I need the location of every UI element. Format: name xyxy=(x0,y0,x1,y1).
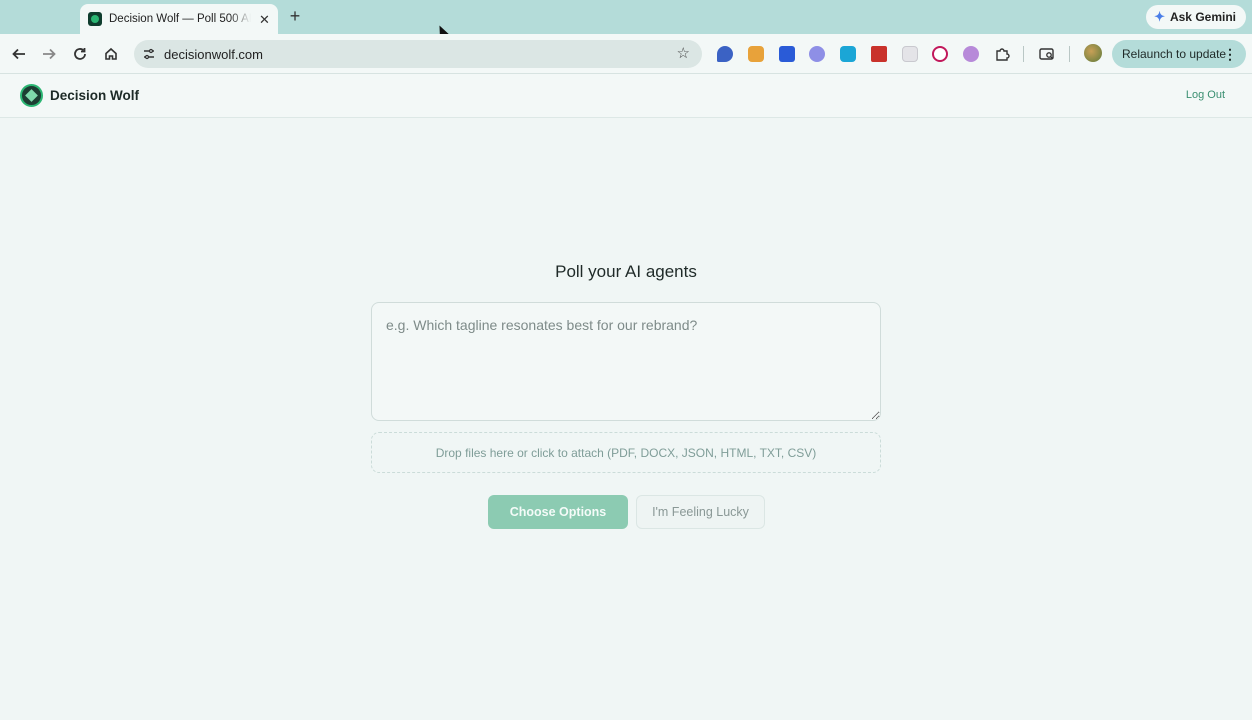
logout-link[interactable]: Log Out xyxy=(1186,89,1225,101)
ext-red-icon[interactable] xyxy=(871,46,887,62)
relaunch-label: Relaunch to update xyxy=(1122,47,1227,61)
ext-lock-icon[interactable] xyxy=(963,46,979,62)
ext-orange-icon[interactable] xyxy=(748,46,764,62)
forward-icon[interactable] xyxy=(38,43,60,65)
tab-close-icon[interactable]: ✕ xyxy=(259,13,270,26)
browser-tab-strip: Decision Wolf — Poll 500 AI P ✕ + ✦ Ask … xyxy=(0,0,1252,39)
profile-avatar[interactable] xyxy=(1084,44,1102,62)
app-header: Decision Wolf Log Out xyxy=(0,74,1252,118)
poll-question-input[interactable] xyxy=(371,302,881,421)
site-info-icon[interactable] xyxy=(139,44,159,64)
brand-name[interactable]: Decision Wolf xyxy=(50,88,139,103)
ext-blue-bird-icon[interactable] xyxy=(717,46,733,62)
gemini-sparkle-icon: ✦ xyxy=(1154,9,1165,24)
ext-play-icon[interactable] xyxy=(932,46,948,62)
file-dropzone[interactable]: Drop files here or click to attach (PDF,… xyxy=(371,432,881,473)
reload-icon[interactable] xyxy=(69,43,91,65)
ask-gemini-label: Ask Gemini xyxy=(1169,10,1236,24)
relaunch-button[interactable]: Relaunch to update ⋮ xyxy=(1112,40,1246,68)
feeling-lucky-button[interactable]: I'm Feeling Lucky xyxy=(636,495,765,529)
ext-bitwarden-icon[interactable] xyxy=(779,46,795,62)
home-icon[interactable] xyxy=(100,43,122,65)
tab-search-icon[interactable] xyxy=(1039,46,1055,62)
page-title: Poll your AI agents xyxy=(555,262,697,281)
browser-toolbar: decisionwolf.com ☆ Relaunch to update ⋮ xyxy=(0,34,1252,74)
toolbar-divider xyxy=(1023,46,1024,62)
bookmark-star-icon[interactable]: ☆ xyxy=(677,44,690,62)
back-icon[interactable] xyxy=(8,43,30,65)
browser-tab[interactable]: Decision Wolf — Poll 500 AI P ✕ xyxy=(80,4,278,34)
choose-options-button[interactable]: Choose Options xyxy=(488,495,628,529)
more-menu-icon[interactable]: ⋮ xyxy=(1223,46,1237,63)
wolf-logo-icon[interactable] xyxy=(20,84,43,107)
address-bar[interactable]: decisionwolf.com ☆ xyxy=(134,40,702,68)
ext-cyan-icon[interactable] xyxy=(840,46,856,62)
new-tab-button[interactable]: + xyxy=(286,7,304,25)
ext-purple-cloud-icon[interactable] xyxy=(809,46,825,62)
tab-title: Decision Wolf — Poll 500 AI P xyxy=(109,13,251,25)
ask-gemini-button[interactable]: ✦ Ask Gemini xyxy=(1146,5,1246,29)
extensions-puzzle-icon[interactable] xyxy=(994,46,1010,62)
toolbar-divider xyxy=(1069,46,1070,62)
wolf-favicon-icon xyxy=(88,12,102,26)
url-text: decisionwolf.com xyxy=(164,46,263,62)
ext-document-icon[interactable] xyxy=(902,46,918,62)
